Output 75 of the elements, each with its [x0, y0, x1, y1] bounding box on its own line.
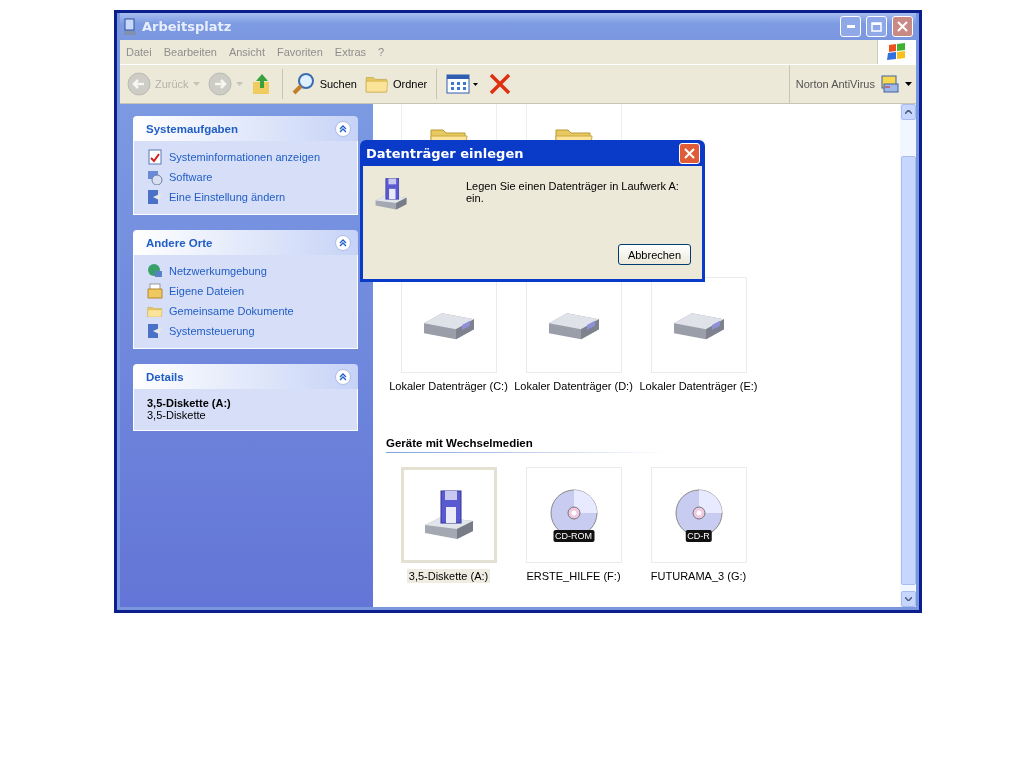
collapse-button[interactable]	[335, 120, 351, 137]
task-link-label[interactable]: Netzwerkumgebung	[169, 265, 267, 277]
control-panel-icon	[147, 323, 163, 339]
panel-title: Andere Orte	[146, 236, 213, 249]
task-link-label[interactable]: Eine Einstellung ändern	[169, 191, 286, 203]
details-description: 3,5-Diskette	[147, 409, 207, 421]
drive-label[interactable]: Lokaler Datenträger (D:)	[512, 379, 635, 393]
disc-badge: CD-ROM	[553, 530, 594, 542]
minimize-icon	[846, 25, 855, 28]
task-link-label[interactable]: Software	[169, 171, 213, 183]
caret-icon	[235, 82, 243, 86]
network-icon	[147, 263, 163, 279]
folders-icon	[364, 74, 389, 94]
collapse-button[interactable]	[335, 368, 351, 385]
cancel-button[interactable]: Abbrechen	[618, 244, 691, 265]
antivirus-icon[interactable]	[881, 75, 899, 93]
windows-flag-icon	[887, 43, 907, 61]
menu-item[interactable]: Bearbeiten	[157, 46, 223, 58]
task-link-label[interactable]: Systeminformationen anzeigen	[169, 151, 321, 163]
menu-item[interactable]: Favoriten	[271, 46, 329, 58]
chevron-icon	[339, 372, 347, 381]
computer-icon	[123, 17, 137, 36]
maximize-icon	[871, 21, 882, 32]
drive-tile[interactable]	[400, 467, 497, 563]
menu-item[interactable]: ?	[372, 46, 391, 58]
dialog-message: Legen Sie einen Datenträger in Laufwerk A: ein.	[466, 180, 680, 204]
chevron-icon	[339, 238, 347, 247]
task-link[interactable]: Eigene Dateien	[147, 283, 347, 299]
close-button[interactable]	[679, 142, 700, 164]
details-name: 3,5-Diskette (A:)	[147, 397, 232, 409]
documents-folder-icon	[147, 283, 163, 299]
group-heading: Geräte mit Wechselmedien	[386, 437, 666, 453]
task-link[interactable]: Software	[147, 169, 347, 185]
drive-tile[interactable]: CD-ROM	[525, 467, 622, 563]
drive-label[interactable]: FUTURAMA_3 (G:)	[648, 569, 749, 583]
search-icon	[291, 72, 316, 96]
control-panel-icon	[147, 189, 163, 205]
window-title: Arbeitsplatz	[142, 19, 233, 34]
task-link[interactable]: Systemsteuerung	[147, 323, 347, 339]
chevron-icon	[339, 124, 347, 133]
task-link[interactable]: Gemeinsame Dokumente	[147, 303, 347, 319]
search-button[interactable]: Suchen	[288, 70, 360, 98]
drive-tile[interactable]: CD-R	[650, 467, 747, 563]
disc-badge: CD-R	[685, 530, 712, 542]
task-link-label[interactable]: Gemeinsame Dokumente	[169, 305, 294, 317]
dialog-title: Datenträger einlegen	[366, 145, 524, 161]
folders-button[interactable]: Ordner	[361, 72, 431, 96]
drive-label[interactable]: Lokaler Datenträger (E:)	[637, 379, 760, 393]
task-link[interactable]: Netzwerkumgebung	[147, 263, 347, 279]
drive-label[interactable]: 3,5-Diskette (A:)	[406, 569, 491, 583]
panel-title: Details	[146, 370, 184, 383]
task-link[interactable]: Eine Einstellung ändern	[147, 189, 347, 205]
caret-icon	[192, 82, 200, 86]
folder-icon	[147, 304, 163, 318]
collapse-button[interactable]	[335, 234, 351, 251]
drive-label[interactable]: Lokaler Datenträger (C:)	[387, 379, 510, 393]
task-link-label[interactable]: Eigene Dateien	[169, 285, 245, 297]
task-link-label[interactable]: Systemsteuerung	[169, 325, 255, 337]
panel-title: Systemaufgaben	[146, 122, 239, 135]
scroll-up-button[interactable]	[900, 104, 916, 120]
menu-item[interactable]: Extras	[328, 46, 373, 58]
scroll-down-button[interactable]	[900, 591, 916, 607]
drive-label[interactable]: ERSTE_HILFE (F:)	[524, 569, 623, 583]
menu-item[interactable]: Datei	[120, 46, 158, 58]
caret-icon[interactable]	[905, 82, 912, 86]
document-check-icon	[147, 149, 163, 165]
software-icon	[147, 169, 163, 185]
close-icon	[897, 21, 908, 32]
close-icon	[684, 147, 695, 159]
task-link[interactable]: Systeminformationen anzeigen	[147, 149, 347, 165]
menu-item[interactable]: Ansicht	[222, 46, 271, 58]
close-x-icon	[488, 72, 513, 96]
norton-label[interactable]: Norton AntiVirus	[795, 78, 875, 90]
floppy-drive-icon	[373, 176, 409, 212]
views-icon	[446, 74, 481, 94]
